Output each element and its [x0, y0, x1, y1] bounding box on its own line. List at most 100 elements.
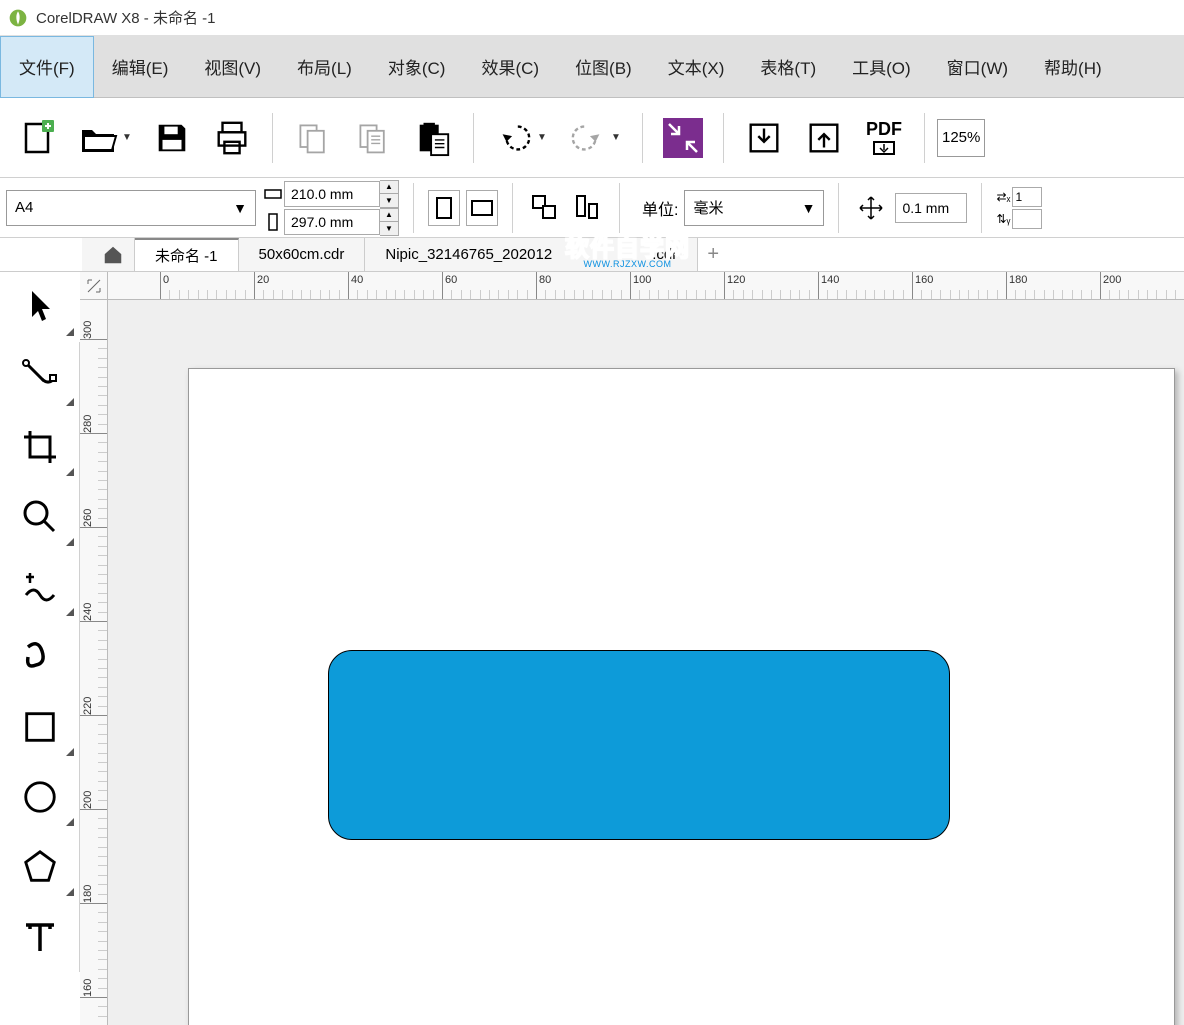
undo-button[interactable]: ▼: [486, 110, 556, 166]
menu-file[interactable]: 文件(F): [0, 36, 94, 98]
home-icon: [102, 244, 124, 266]
vertical-ruler[interactable]: 300280260240220200180160: [80, 300, 108, 1025]
artistic-media-tool[interactable]: [0, 622, 80, 692]
menu-object[interactable]: 对象(C): [370, 36, 464, 98]
dup-x-input[interactable]: [1012, 187, 1042, 207]
tab-label-suffix: .cdr: [652, 246, 677, 263]
toolbar-separator: [619, 183, 620, 233]
unit-combo[interactable]: 毫米 ▼: [684, 190, 824, 226]
toolbar-separator: [272, 113, 273, 163]
flyout-indicator-icon: [66, 468, 74, 476]
rectangle-tool[interactable]: [0, 692, 80, 762]
export-button[interactable]: [796, 110, 852, 166]
dropdown-arrow-icon: ▼: [537, 132, 547, 143]
ruler-origin[interactable]: [80, 272, 108, 300]
tab-label: 未命名 -1: [155, 245, 218, 266]
flyout-indicator-icon: [66, 538, 74, 546]
menu-effect[interactable]: 效果(C): [463, 36, 557, 98]
height-icon: [262, 213, 284, 231]
flyout-indicator-icon: [66, 888, 74, 896]
property-bar: A4 ▼ ▲▼ ▲▼ 单位: 毫米 ▼ ⇄ₓ ⇅ᵧ: [0, 178, 1184, 238]
menu-bar: 文件(F) 编辑(E) 视图(V) 布局(L) 对象(C) 效果(C) 位图(B…: [0, 36, 1184, 98]
horizontal-ruler[interactable]: 020406080100120140160180200: [108, 272, 1184, 300]
open-button[interactable]: ▼: [70, 110, 140, 166]
home-tab[interactable]: [82, 238, 135, 271]
dup-y-input[interactable]: [1012, 209, 1042, 229]
height-spinner[interactable]: ▲▼: [380, 208, 399, 236]
toolbar-separator: [723, 113, 724, 163]
add-tab-button[interactable]: +: [698, 238, 728, 271]
unit-label: 单位:: [642, 196, 678, 220]
flyout-indicator-icon: [66, 748, 74, 756]
canvas-viewport[interactable]: [108, 300, 1184, 1025]
landscape-button[interactable]: [466, 190, 498, 226]
document-tab[interactable]: 50x60cm.cdr: [239, 238, 366, 271]
tab-label: Nipic_32146765_202012: [385, 246, 552, 263]
width-spinner[interactable]: ▲▼: [380, 180, 399, 208]
save-button[interactable]: [144, 110, 200, 166]
cut-button[interactable]: [285, 110, 341, 166]
document-tabs: 未命名 -1 50x60cm.cdr Nipic_32146765_202012…: [0, 238, 1184, 272]
dropdown-arrow-icon: ▼: [611, 132, 621, 143]
dup-x-icon: ⇄ₓ: [996, 190, 1010, 204]
flyout-indicator-icon: [66, 818, 74, 826]
toolbox: [0, 272, 80, 972]
polygon-tool[interactable]: [0, 832, 80, 902]
import-button[interactable]: [736, 110, 792, 166]
menu-layout[interactable]: 布局(L): [279, 36, 370, 98]
menu-table[interactable]: 表格(T): [742, 36, 834, 98]
zoom-tool[interactable]: [0, 482, 80, 552]
shape-tool[interactable]: [0, 342, 80, 412]
document-tab-active[interactable]: 未命名 -1: [135, 238, 239, 271]
redo-button[interactable]: ▼: [560, 110, 630, 166]
toolbar-separator: [642, 113, 643, 163]
nudge-input[interactable]: [895, 193, 967, 223]
pick-tool[interactable]: [0, 272, 80, 342]
page-size-combo[interactable]: A4 ▼: [6, 190, 256, 226]
paste-button[interactable]: [405, 110, 461, 166]
page-width-input[interactable]: [284, 181, 380, 207]
menu-tools[interactable]: 工具(O): [834, 36, 929, 98]
menu-edit[interactable]: 编辑(E): [94, 36, 187, 98]
toolbar-separator: [924, 113, 925, 163]
new-document-button[interactable]: [10, 110, 66, 166]
all-pages-button[interactable]: [527, 190, 563, 226]
window-title: CorelDRAW X8 - 未命名 -1: [36, 7, 215, 28]
page-dimensions: ▲▼ ▲▼: [262, 181, 399, 235]
copy-button[interactable]: [345, 110, 401, 166]
toolbar-separator: [413, 183, 414, 233]
print-button[interactable]: [204, 110, 260, 166]
flyout-indicator-icon: [66, 608, 74, 616]
contract-icon-button[interactable]: [655, 110, 711, 166]
work-area: 020406080100120140160180200 300280260240…: [80, 272, 1184, 1025]
ruler-tick: 80: [536, 272, 551, 300]
nudge-icon: [853, 190, 889, 226]
current-page-button[interactable]: [569, 190, 605, 226]
width-icon: [262, 187, 284, 201]
freehand-tool[interactable]: [0, 552, 80, 622]
rounded-rectangle-shape[interactable]: [328, 650, 950, 840]
ruler-tick: 40: [348, 272, 363, 300]
flyout-indicator-icon: [66, 328, 74, 336]
menu-bitmap[interactable]: 位图(B): [557, 36, 650, 98]
portrait-button[interactable]: [428, 190, 460, 226]
text-tool[interactable]: [0, 902, 80, 972]
menu-help[interactable]: 帮助(H): [1026, 36, 1120, 98]
page-size-value: A4: [15, 199, 227, 216]
crop-tool[interactable]: [0, 412, 80, 482]
dropdown-arrow-icon: ▼: [233, 200, 247, 216]
dropdown-arrow-icon: ▼: [122, 132, 132, 143]
menu-text[interactable]: 文本(X): [650, 36, 743, 98]
toolbar-separator: [512, 183, 513, 233]
ellipse-tool[interactable]: [0, 762, 80, 832]
zoom-combo[interactable]: 125%: [937, 119, 985, 157]
document-tab[interactable]: Nipic_32146765_202012 .cdr: [365, 238, 698, 271]
toolbar-separator: [838, 183, 839, 233]
ruler-tick: 0: [160, 272, 169, 300]
menu-window[interactable]: 窗口(W): [929, 36, 1026, 98]
duplicate-distance: ⇄ₓ ⇅ᵧ: [996, 186, 1042, 230]
menu-view[interactable]: 视图(V): [186, 36, 279, 98]
page-height-input[interactable]: [284, 209, 380, 235]
publish-pdf-button[interactable]: PDF: [856, 110, 912, 166]
ruler-tick: 20: [254, 272, 269, 300]
